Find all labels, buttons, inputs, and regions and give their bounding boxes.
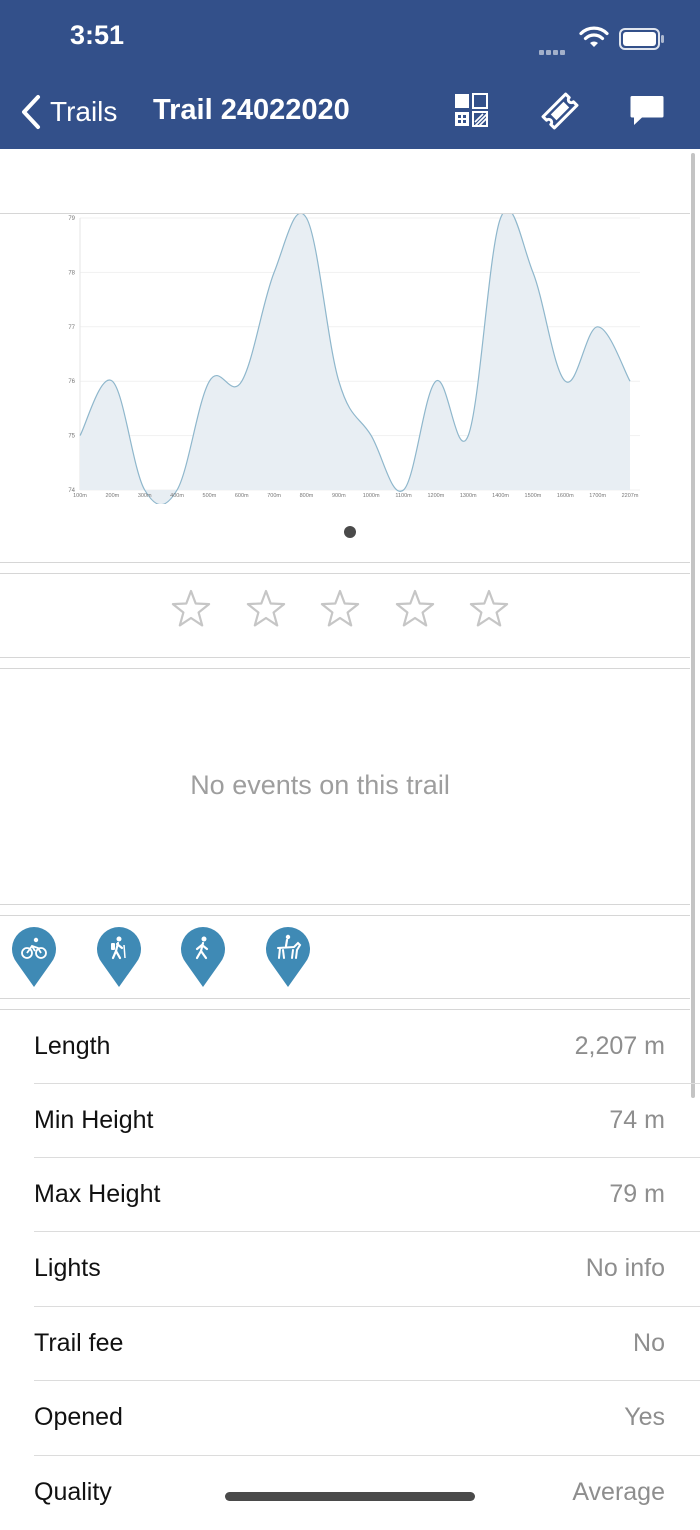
star-icon[interactable] <box>319 588 361 630</box>
info-value: Yes <box>624 1403 665 1431</box>
y-tick-label: 78 <box>68 270 75 276</box>
info-value: Average <box>572 1478 665 1506</box>
x-tick-label: 1400m <box>492 493 509 499</box>
no-events-message: No events on this trail <box>190 770 450 800</box>
chevron-left-icon <box>22 95 40 129</box>
x-tick-label: 200m <box>105 493 119 499</box>
star-icon[interactable] <box>245 588 287 630</box>
walking-icon[interactable] <box>180 927 226 989</box>
navigation-header: 3:51 Trails Trail 24022020 <box>0 0 700 149</box>
info-label: Min Height <box>34 1106 154 1134</box>
star-icon[interactable] <box>394 588 436 630</box>
x-tick-label: 700m <box>267 493 281 499</box>
x-tick-label: 1300m <box>460 493 477 499</box>
wifi-icon <box>579 26 609 47</box>
y-tick-label: 75 <box>68 434 75 440</box>
info-value: No info <box>585 1254 665 1282</box>
info-row-trail-fee: Trail fee No <box>34 1307 665 1381</box>
divider <box>0 657 690 658</box>
info-value: 2,207 m <box>574 1032 665 1060</box>
info-row-length: Length 2,207 m <box>34 1010 665 1084</box>
scroll-indicator[interactable] <box>691 153 695 1098</box>
y-tick-label: 76 <box>68 379 75 385</box>
elevation-chart: 747576777879100m 200m 300m 400m 500m 600m 700m… <box>68 214 640 504</box>
x-tick-label: 900m <box>332 493 346 499</box>
hiking-icon[interactable] <box>96 927 142 989</box>
divider <box>0 573 690 574</box>
info-row-min-height: Min Height 74 m <box>34 1084 665 1158</box>
info-value: No <box>633 1329 665 1357</box>
cycling-icon[interactable] <box>11 927 57 989</box>
page-title: Trail 24022020 <box>153 94 350 126</box>
info-label: Opened <box>34 1403 123 1431</box>
info-label: Max Height <box>34 1180 161 1208</box>
qr-code-icon[interactable] <box>453 92 489 128</box>
divider <box>0 562 690 563</box>
info-value: 79 m <box>609 1180 665 1208</box>
y-tick-label: 77 <box>68 325 75 331</box>
info-value: 74 m <box>609 1106 665 1134</box>
divider <box>0 668 690 669</box>
info-label: Trail fee <box>34 1329 124 1357</box>
x-tick-label: 100m <box>73 493 87 499</box>
info-label: Lights <box>34 1254 101 1282</box>
info-label: Quality <box>34 1478 112 1506</box>
info-row-opened: Opened Yes <box>34 1381 665 1455</box>
x-tick-label: 500m <box>203 493 217 499</box>
back-button[interactable]: Trails <box>20 92 117 132</box>
elevation-area <box>80 214 630 504</box>
x-tick-label: 600m <box>235 493 249 499</box>
divider <box>0 915 690 916</box>
back-label: Trails <box>50 96 118 127</box>
info-row-lights: Lights No info <box>34 1232 665 1306</box>
divider <box>0 998 690 999</box>
x-tick-label: 1700m <box>589 493 606 499</box>
battery-icon <box>619 28 664 50</box>
x-tick-label: 1600m <box>557 493 574 499</box>
info-label: Length <box>34 1032 111 1060</box>
x-tick-label: 1200m <box>427 493 444 499</box>
x-tick-label: 2207m <box>622 493 639 499</box>
cellular-signal-icon <box>539 42 567 60</box>
chat-bubble-icon[interactable] <box>629 92 665 128</box>
x-tick-label: 1500m <box>525 493 542 499</box>
x-tick-label: 1000m <box>363 493 380 499</box>
info-row-max-height: Max Height 79 m <box>34 1158 665 1232</box>
x-tick-label: 1100m <box>395 493 412 499</box>
horse-riding-icon[interactable] <box>265 927 311 989</box>
x-tick-label: 300m <box>138 493 152 499</box>
ticket-icon[interactable] <box>540 92 580 130</box>
star-icon[interactable] <box>468 588 510 630</box>
status-time: 3:51 <box>70 20 125 50</box>
x-tick-label: 400m <box>170 493 184 499</box>
divider <box>0 904 690 905</box>
home-indicator <box>225 1492 475 1501</box>
star-icon[interactable] <box>170 588 212 630</box>
x-tick-label: 800m <box>300 493 314 499</box>
page-indicator-dot[interactable] <box>344 526 356 538</box>
y-tick-label: 79 <box>68 216 75 222</box>
